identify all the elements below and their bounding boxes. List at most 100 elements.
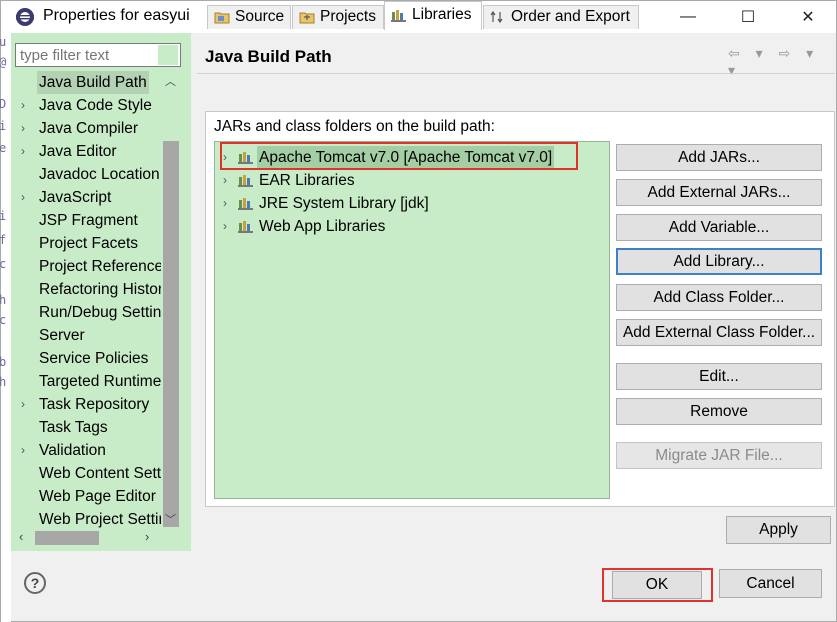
tab-label: Projects (320, 8, 376, 25)
sidebar-item-java-build-path[interactable]: Java Build Path (15, 71, 161, 94)
maximize-button[interactable]: ☐ (725, 1, 771, 33)
library-item-web-app-libraries[interactable]: › Web App Libraries (215, 215, 605, 238)
library-tree[interactable]: › Apache Tomcat v7.0 [Apache Tomcat v7.0… (214, 141, 610, 499)
chevron-right-icon[interactable]: › (21, 393, 33, 416)
library-icon (238, 221, 253, 233)
sidebar-item-label: Web Page Editor (39, 488, 156, 505)
code-fragment: D (0, 97, 7, 111)
sidebar-item-label: JSP Fragment (39, 212, 138, 229)
chevron-right-icon[interactable]: › (21, 439, 33, 462)
category-tree: Java Build Path › Java Code Style › Java C… (15, 71, 161, 529)
add-variable-button[interactable]: Add Variable... (616, 214, 822, 241)
sidebar-item-label: Run/Debug Settings (39, 304, 161, 321)
chevron-right-icon[interactable]: › (21, 186, 33, 209)
scrollbar-thumb[interactable] (163, 141, 179, 527)
sidebar-item-label: Java Editor (39, 143, 117, 160)
code-fragment: f (0, 233, 7, 247)
chevron-right-icon[interactable]: › (223, 215, 227, 238)
tab-libraries[interactable]: Libraries (384, 1, 482, 30)
scroll-left-icon[interactable]: ‹ (19, 529, 23, 544)
sidebar-item-validation[interactable]: › Validation (15, 439, 161, 462)
sidebar-item-label: Java Build Path (37, 71, 149, 94)
source-folder-icon (214, 12, 230, 24)
tab-order-and-export[interactable]: Order and Export (483, 5, 639, 29)
project-icon (299, 12, 315, 24)
sidebar-item-label: Javadoc Location (39, 166, 160, 183)
code-fragment: h (0, 293, 7, 307)
sidebar-item-label: Service Policies (39, 350, 149, 367)
sidebar-item-refactoring-history[interactable]: Refactoring History (15, 278, 161, 301)
edit-button[interactable]: Edit... (616, 363, 822, 390)
tab-projects[interactable]: Projects (292, 5, 384, 29)
add-jars-button[interactable]: Add JARs... (616, 144, 822, 171)
sidebar-item-label: Targeted Runtimes (39, 373, 161, 390)
page-title: Java Build Path (205, 47, 332, 66)
library-icon (238, 175, 253, 187)
background-editor-strip: u @ D i e i f c h c b h (0, 33, 11, 622)
sidebar-item-java-editor[interactable]: › Java Editor (15, 140, 161, 163)
library-icon (391, 10, 406, 22)
scroll-right-icon[interactable]: › (145, 529, 149, 544)
sidebar-item-label: Web Content Settings (39, 465, 161, 482)
chevron-right-icon[interactable]: › (223, 169, 227, 192)
sidebar-item-project-facets[interactable]: Project Facets (15, 232, 161, 255)
sidebar-item-run-debug-settings[interactable]: Run/Debug Settings (15, 301, 161, 324)
library-item-ear-libraries[interactable]: › EAR Libraries (215, 169, 605, 192)
annotation-highlight-box (220, 142, 578, 170)
add-class-folder-button[interactable]: Add Class Folder... (616, 284, 822, 311)
divider (197, 73, 835, 74)
sidebar-vertical-scrollbar[interactable]: ︿ ﹀ (161, 71, 181, 529)
scroll-up-icon[interactable]: ︿ (165, 73, 176, 89)
library-label: Web App Libraries (259, 218, 386, 235)
sidebar-item-task-repository[interactable]: › Task Repository (15, 393, 161, 416)
chevron-right-icon[interactable]: › (21, 117, 33, 140)
minimize-button[interactable]: — (665, 1, 711, 33)
sidebar-item-javascript[interactable]: › JavaScript (15, 186, 161, 209)
sidebar-item-jsp-fragment[interactable]: JSP Fragment (15, 209, 161, 232)
properties-dialog: Properties for easyui — ☐ ✕ u @ D i e i … (0, 0, 837, 622)
sidebar-item-label: Web Project Settings (39, 511, 161, 528)
add-external-class-folder-button[interactable]: Add External Class Folder... (616, 319, 822, 346)
apply-button[interactable]: Apply (726, 516, 831, 544)
code-fragment: b (0, 355, 7, 369)
chevron-right-icon[interactable]: › (21, 94, 33, 117)
add-library-button[interactable]: Add Library... (616, 248, 822, 275)
close-button[interactable]: ✕ (785, 1, 831, 33)
sidebar-item-service-policies[interactable]: Service Policies (15, 347, 161, 370)
code-fragment: c (0, 257, 7, 271)
cancel-button[interactable]: Cancel (719, 569, 822, 598)
sidebar-item-label: Task Repository (39, 396, 150, 413)
help-icon[interactable]: ? (24, 572, 46, 594)
add-external-jars-button[interactable]: Add External JARs... (616, 179, 822, 206)
tab-source[interactable]: Source (207, 5, 291, 29)
tab-label: Source (235, 8, 285, 25)
sidebar-item-task-tags[interactable]: Task Tags (15, 416, 161, 439)
sidebar-item-label: JavaScript (39, 189, 112, 206)
sidebar-item-java-code-style[interactable]: › Java Code Style (15, 94, 161, 117)
filter-clear-area (158, 45, 178, 65)
code-fragment: i (0, 209, 7, 223)
sidebar-item-label: Project References (39, 258, 161, 275)
scrollbar-thumb[interactable] (35, 531, 99, 545)
sidebar-item-label: Project Facets (39, 235, 139, 252)
library-item-jre-system-library[interactable]: › JRE System Library [jdk] (215, 192, 605, 215)
sidebar-item-web-page-editor[interactable]: Web Page Editor (15, 485, 161, 508)
sidebar-item-project-references[interactable]: Project References (15, 255, 161, 278)
chevron-right-icon[interactable]: › (223, 192, 227, 215)
sidebar-item-web-content-settings[interactable]: Web Content Settings (15, 462, 161, 485)
chevron-right-icon[interactable]: › (21, 140, 33, 163)
window-title: Properties for easyui (43, 7, 190, 24)
sidebar-item-targeted-runtimes[interactable]: Targeted Runtimes (15, 370, 161, 393)
sidebar-item-label: Java Compiler (39, 120, 139, 137)
sidebar-item-server[interactable]: Server (15, 324, 161, 347)
scroll-down-icon[interactable]: ﹀ (165, 511, 176, 527)
sidebar-item-web-project-settings[interactable]: Web Project Settings (15, 508, 161, 529)
tab-label: Order and Export (511, 8, 630, 25)
sidebar-item-java-compiler[interactable]: › Java Compiler (15, 117, 161, 140)
eclipse-logo-icon (16, 8, 34, 26)
filter-input[interactable] (15, 43, 181, 67)
code-fragment: @ (0, 55, 6, 69)
remove-button[interactable]: Remove (616, 398, 822, 425)
sidebar-item-javadoc-location[interactable]: Javadoc Location (15, 163, 161, 186)
sidebar-horizontal-scrollbar[interactable]: ‹ › (15, 529, 161, 547)
